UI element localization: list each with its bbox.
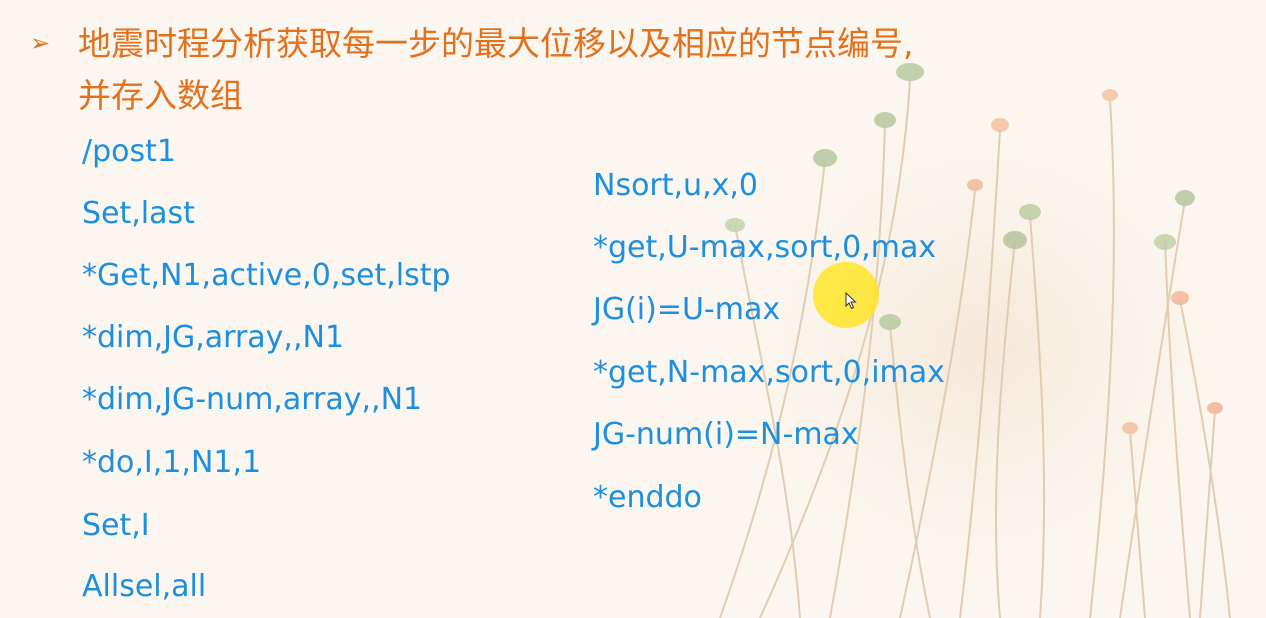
code-line: Set,last — [82, 196, 195, 231]
code-line: *dim,JG,array,,N1 — [82, 320, 345, 355]
code-line: *dim,JG-num,array,,N1 — [82, 382, 423, 417]
slide-heading: 地震时程分析获取每一步的最大位移以及相应的节点编号, 并存入数组 — [78, 18, 1198, 122]
code-line: JG-num(i)=N-max — [593, 417, 859, 452]
code-line: *get,U-max,sort,0,max — [593, 230, 937, 265]
code-line: /post1 — [82, 134, 176, 169]
code-line: Allsel,all — [82, 569, 207, 604]
code-line: *get,N-max,sort,0,imax — [593, 355, 945, 390]
code-line: *do,I,1,N1,1 — [82, 445, 262, 480]
code-line: JG(i)=U-max — [593, 292, 781, 327]
code-line: Set,I — [82, 508, 150, 543]
bullet-arrow-icon: ➢ — [30, 29, 51, 57]
mouse-pointer-icon — [845, 292, 857, 310]
heading-line-2: 并存入数组 — [78, 76, 243, 115]
slide-content: ➢ 地震时程分析获取每一步的最大位移以及相应的节点编号, 并存入数组 /post1… — [0, 0, 1266, 618]
heading-line-1: 地震时程分析获取每一步的最大位移以及相应的节点编号, — [78, 24, 914, 63]
code-line: *Get,N1,active,0,set,lstp — [82, 258, 451, 293]
code-line: Nsort,u,x,0 — [593, 168, 758, 203]
code-line: *enddo — [593, 480, 702, 515]
